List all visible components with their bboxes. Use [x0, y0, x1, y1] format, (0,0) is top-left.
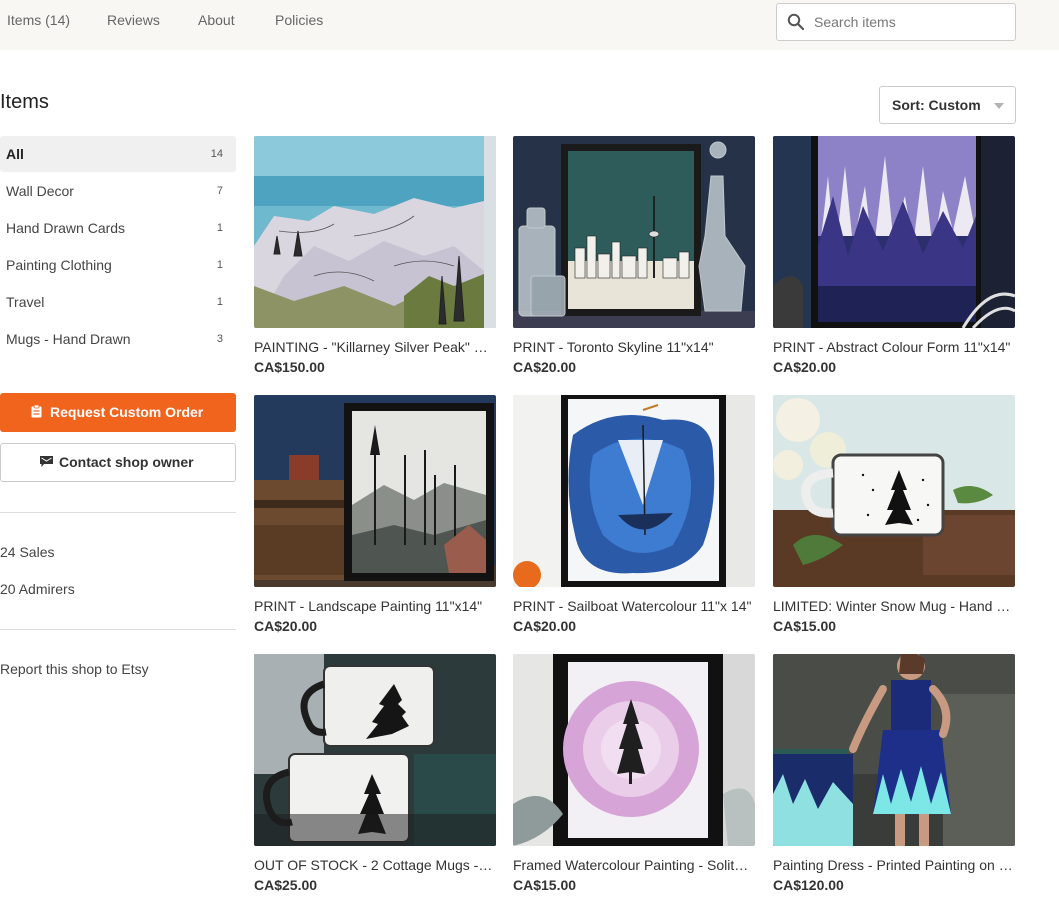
sidebar-item-mugs-hand-drawn[interactable]: Mugs - Hand Drawn 3: [0, 321, 236, 357]
sidebar-item-all[interactable]: All 14: [0, 136, 236, 172]
contact-shop-owner-label: Contact shop owner: [59, 454, 194, 470]
listing-title[interactable]: PRINT - Sailboat Watercolour 11"x 14": [513, 598, 755, 614]
clipboard-icon: [31, 405, 42, 418]
listing-card[interactable]: OUT OF STOCK - 2 Cottage Mugs - Hand Dra…: [254, 654, 496, 899]
listing-card[interactable]: PRINT - Toronto Skyline 11"x14" CA$20.00: [513, 136, 755, 381]
listing-image[interactable]: [254, 136, 496, 328]
listing-price: CA$15.00: [513, 877, 577, 893]
divider: [0, 629, 236, 630]
listing-price: CA$20.00: [254, 618, 318, 634]
sidebar-item-label: Mugs - Hand Drawn: [6, 331, 131, 347]
sidebar-item-count: 7: [216, 185, 223, 197]
listing-title[interactable]: Painting Dress - Printed Painting on Dre…: [773, 857, 1015, 873]
listing-card[interactable]: LIMITED: Winter Snow Mug - Hand Drawn CA…: [773, 395, 1015, 640]
sidebar-item-label: Hand Drawn Cards: [6, 220, 126, 236]
listing-image[interactable]: [773, 395, 1015, 587]
listing-price: CA$120.00: [773, 877, 844, 893]
tab-reviews[interactable]: Reviews: [107, 12, 160, 28]
contact-shop-owner-button[interactable]: Contact shop owner: [0, 443, 236, 482]
listing-image[interactable]: [513, 395, 755, 587]
sidebar-item-count: 14: [210, 148, 223, 160]
listing-card[interactable]: Painting Dress - Printed Painting on Dre…: [773, 654, 1015, 899]
listing-image[interactable]: [513, 136, 755, 328]
listing-title[interactable]: PRINT - Abstract Colour Form 11"x14": [773, 339, 1015, 355]
search-input[interactable]: [814, 12, 1009, 32]
listing-card[interactable]: PRINT - Landscape Painting 11"x14" CA$20…: [254, 395, 496, 640]
report-shop-link[interactable]: Report this shop to Etsy: [0, 661, 149, 677]
listing-image[interactable]: [254, 395, 496, 587]
sort-dropdown[interactable]: Sort: Custom: [879, 86, 1016, 124]
listing-image[interactable]: [773, 654, 1015, 846]
admirers-count[interactable]: 20 Admirers: [0, 581, 75, 597]
listing-image[interactable]: [513, 654, 755, 846]
request-custom-order-button[interactable]: Request Custom Order: [0, 393, 236, 432]
listing-price: CA$25.00: [254, 877, 318, 893]
listing-card[interactable]: PRINT - Abstract Colour Form 11"x14" CA$…: [773, 136, 1015, 381]
listing-price: CA$15.00: [773, 618, 837, 634]
sidebar-item-count: 1: [216, 222, 223, 234]
chevron-down-icon: [994, 103, 1004, 109]
listing-title[interactable]: OUT OF STOCK - 2 Cottage Mugs - Hand Dra…: [254, 857, 496, 873]
sidebar-item-label: Travel: [6, 294, 45, 310]
search-box[interactable]: [776, 3, 1016, 41]
page-title: Items: [0, 91, 49, 113]
divider: [0, 512, 236, 513]
sidebar-item-label: Wall Decor: [6, 183, 74, 199]
search-icon: [787, 13, 805, 31]
listing-title[interactable]: LIMITED: Winter Snow Mug - Hand Drawn: [773, 598, 1015, 614]
sidebar-item-count: 1: [216, 296, 223, 308]
listing-title[interactable]: PRINT - Landscape Painting 11"x14": [254, 598, 496, 614]
listing-card[interactable]: PRINT - Sailboat Watercolour 11"x 14" CA…: [513, 395, 755, 640]
request-custom-order-label: Request Custom Order: [50, 404, 204, 420]
listing-card[interactable]: Framed Watercolour Painting - Solitary P…: [513, 654, 755, 899]
listing-image[interactable]: [773, 136, 1015, 328]
listing-price: CA$20.00: [773, 359, 837, 375]
sort-label: Sort: Custom: [892, 97, 981, 113]
listing-image[interactable]: [254, 654, 496, 846]
sidebar-item-hand-drawn-cards[interactable]: Hand Drawn Cards 1: [0, 210, 236, 246]
sidebar-item-wall-decor[interactable]: Wall Decor 7: [0, 173, 236, 209]
sidebar-item-count: 1: [216, 259, 223, 271]
listing-price: CA$20.00: [513, 618, 577, 634]
tab-about[interactable]: About: [198, 12, 235, 28]
sidebar-item-count: 3: [216, 333, 223, 345]
message-icon: [40, 456, 53, 467]
listing-price: CA$150.00: [254, 359, 325, 375]
tab-items[interactable]: Items (14): [7, 12, 70, 28]
shop-nav-bar: Items (14) Reviews About Policies: [0, 0, 1059, 50]
listing-title[interactable]: Framed Watercolour Painting - Solitary P…: [513, 857, 755, 873]
sidebar-item-travel[interactable]: Travel 1: [0, 284, 236, 320]
sidebar-item-painting-clothing[interactable]: Painting Clothing 1: [0, 247, 236, 283]
listing-title[interactable]: PAINTING - "Killarney Silver Peak" Water…: [254, 339, 496, 355]
listing-card[interactable]: PAINTING - "Killarney Silver Peak" Water…: [254, 136, 496, 381]
sidebar-item-label: Painting Clothing: [6, 257, 112, 273]
tab-policies[interactable]: Policies: [275, 12, 323, 28]
sidebar-item-label: All: [6, 146, 24, 162]
listing-title[interactable]: PRINT - Toronto Skyline 11"x14": [513, 339, 755, 355]
sales-count: 24 Sales: [0, 544, 55, 560]
listing-price: CA$20.00: [513, 359, 577, 375]
